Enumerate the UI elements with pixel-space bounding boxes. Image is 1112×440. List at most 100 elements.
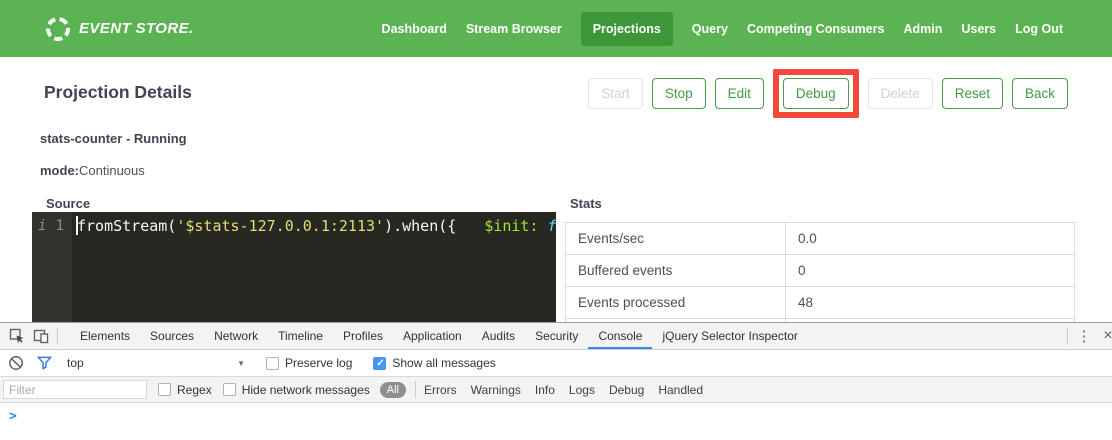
regex-toggle[interactable]: Regex [158,383,212,397]
devtools-tabbar: Elements Sources Network Timeline Profil… [0,323,1112,350]
line-number: 1 [56,214,64,322]
code-function-keyword: fu [539,217,557,235]
regex-label: Regex [177,383,212,397]
nav-item-competing-consumers[interactable]: Competing Consumers [747,12,885,46]
hide-network-checkbox[interactable] [223,383,236,396]
nav-item-users[interactable]: Users [961,12,996,46]
nav-item-stream-browser[interactable]: Stream Browser [466,12,562,46]
stat-value: 48 [786,287,1075,319]
show-all-messages-toggle[interactable]: Show all messages [373,356,495,370]
code-when-text: ).when({ [384,217,456,235]
preserve-log-label: Preserve log [285,356,352,370]
table-row: Buffered events 0 [566,255,1075,287]
delete-button[interactable]: Delete [868,78,933,109]
stat-label: Events processed [566,287,786,319]
nav-item-projections[interactable]: Projections [581,12,673,46]
main-content: Projection Details Start Stop Edit Debug… [0,57,1112,322]
show-all-messages-label: Show all messages [392,356,495,370]
filter-level-logs[interactable]: Logs [569,383,595,397]
nav-item-query[interactable]: Query [692,12,728,46]
filter-funnel-icon[interactable] [37,355,53,371]
eventstore-logo-icon [44,14,72,42]
eventstore-logo[interactable]: EVENT STORE. [46,17,194,41]
console-prompt-icon: > [9,409,17,424]
filter-level-handled[interactable]: Handled [658,383,703,397]
regex-checkbox[interactable] [158,383,171,396]
code-call-text: fromStream( [77,217,176,235]
app-header: EVENT STORE. Dashboard Stream Browser Pr… [0,0,1112,57]
devtools-tabs: Elements Sources Network Timeline Profil… [70,323,808,349]
nav-item-log-out[interactable]: Log Out [1015,12,1063,46]
source-code-editor[interactable]: i 1 fromStream('$stats-127.0.0.1:2113').… [32,212,556,322]
tab-profiles[interactable]: Profiles [333,323,393,349]
code-init-keyword: $init: [484,217,538,235]
stats-heading: Stats [570,196,602,211]
show-all-messages-checkbox[interactable] [373,357,386,370]
page-title: Projection Details [44,82,192,103]
tab-elements[interactable]: Elements [70,323,140,349]
close-devtools-icon[interactable]: × [1096,324,1112,348]
preserve-log-checkbox[interactable] [266,357,279,370]
console-output[interactable]: > [0,403,1112,438]
table-row: Events processed 48 [566,287,1075,319]
tab-security[interactable]: Security [525,323,588,349]
code-string-literal: '$stats-127.0.0.1:2113' [176,217,384,235]
hide-network-label: Hide network messages [242,383,370,397]
stat-label: Buffered events [566,255,786,287]
filter-level-warnings[interactable]: Warnings [471,383,521,397]
filter-level-errors[interactable]: Errors [424,383,457,397]
nav-item-admin[interactable]: Admin [903,12,942,46]
chevron-down-icon: ▼ [237,359,245,368]
devtools-panel: Elements Sources Network Timeline Profil… [0,322,1112,440]
table-row: Events/sec 0.0 [566,223,1075,255]
code-line: fromStream('$stats-127.0.0.1:2113').when… [72,212,556,322]
filter-level-debug[interactable]: Debug [609,383,644,397]
stat-value: 0 [786,255,1075,287]
nav-item-dashboard[interactable]: Dashboard [382,12,447,46]
console-toolbar: top ▼ Preserve log Show all messages [0,350,1112,377]
tab-sources[interactable]: Sources [140,323,204,349]
more-options-icon[interactable]: ⋮ [1072,324,1096,348]
tab-audits[interactable]: Audits [472,323,525,349]
start-button[interactable]: Start [588,78,643,109]
tab-console[interactable]: Console [588,323,652,349]
mode-label: mode: [40,163,79,178]
all-filter-badge[interactable]: All [380,382,406,398]
devtools-tabbar-right: ⋮ × [1063,324,1112,348]
tab-timeline[interactable]: Timeline [268,323,333,349]
toolbar-divider [57,328,58,345]
stats-table: Events/sec 0.0 Buffered events 0 Events … [565,222,1075,322]
action-buttons: Start Stop Edit Debug Delete Reset Back [579,78,1068,109]
stat-value: 0.0 [786,223,1075,255]
inspect-element-icon[interactable] [5,324,29,348]
toolbar-divider [1067,328,1068,345]
stop-button[interactable]: Stop [652,78,706,109]
editor-cursor [76,216,78,235]
edit-button[interactable]: Edit [715,78,764,109]
clear-console-icon[interactable] [8,355,24,371]
projection-mode: mode:Continuous [40,163,145,178]
tab-application[interactable]: Application [393,323,472,349]
filter-input[interactable] [3,380,147,399]
tab-network[interactable]: Network [204,323,268,349]
hide-network-toggle[interactable]: Hide network messages [223,383,370,397]
brand-name: EVENT STORE. [79,20,194,37]
mode-value: Continuous [79,163,145,178]
main-nav: Dashboard Stream Browser Projections Que… [382,12,1063,46]
stat-label: Events/sec [566,223,786,255]
reset-button[interactable]: Reset [942,78,1003,109]
console-filter-bar: Regex Hide network messages All Errors W… [0,377,1112,403]
back-button[interactable]: Back [1012,78,1068,109]
device-toolbar-icon[interactable] [29,324,53,348]
tab-jquery-selector-inspector[interactable]: jQuery Selector Inspector [652,323,807,349]
app-window: EVENT STORE. Dashboard Stream Browser Pr… [0,0,1112,57]
debug-button[interactable]: Debug [783,78,849,109]
projection-status: stats-counter - Running [40,131,187,146]
filter-level-info[interactable]: Info [535,383,555,397]
execution-context-selector[interactable]: top ▼ [67,356,245,370]
context-value: top [67,356,84,370]
editor-gutter: i 1 [32,212,72,322]
info-annotation-icon: i [38,214,46,322]
debug-highlight-box: Debug [773,69,859,118]
preserve-log-toggle[interactable]: Preserve log [266,356,352,370]
